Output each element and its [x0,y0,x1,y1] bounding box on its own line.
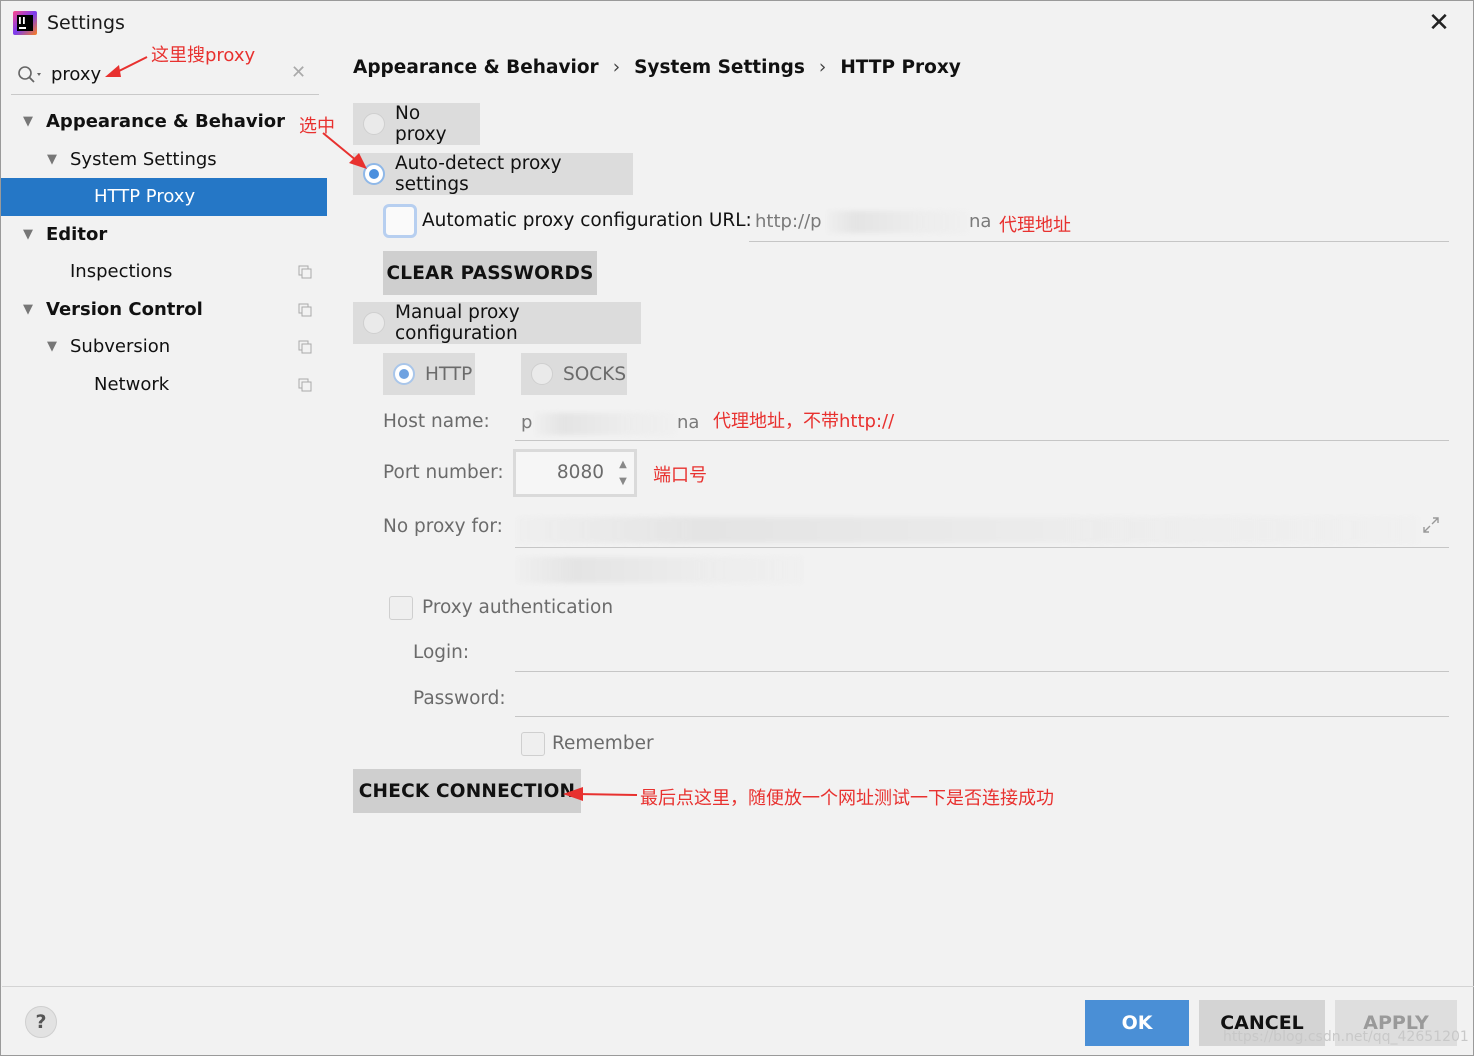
project-settings-icon [298,340,312,354]
sidebar-item-label: Network [94,373,170,395]
footer-divider [2,986,1474,987]
sidebar-item-label: Subversion [70,336,171,357]
sidebar-item-http-proxy[interactable]: HTTP Proxy [1,178,327,216]
login-field[interactable] [515,671,1449,672]
project-settings-icon [298,303,312,316]
auto-config-url-value[interactable]: http://p [755,211,822,232]
sidebar-item-label: Appearance & Behavior [46,111,286,132]
project-settings-icon [298,265,312,279]
redacted-no-proxy-blur [517,517,1417,543]
radio-selected-icon [393,363,415,385]
breadcrumb-separator-icon: › [818,57,827,78]
clear-passwords-button[interactable]: CLEAR PASSWORDS [383,251,597,295]
sidebar-item-network[interactable]: Network [1,366,327,404]
login-label: Login: [413,642,470,663]
sidebar-item-appearance-behavior[interactable]: ▼ Appearance & Behavior [1,103,327,141]
host-name-value[interactable]: p [521,412,532,433]
sidebar-item-inspections[interactable]: Inspections [1,253,327,291]
host-name-tail: na [677,412,700,433]
spinner-arrows-icon[interactable]: ▲ ▼ [616,456,630,490]
port-number-value: 8080 [556,462,604,483]
sidebar-item-label: Version Control [46,298,203,320]
auto-config-url-underline [749,241,1449,242]
check-connection-button[interactable]: CHECK CONNECTION [353,769,581,813]
close-icon[interactable]: ✕ [1425,9,1453,37]
auto-config-url-label: Automatic proxy configuration URL: [422,210,752,231]
proxy-authentication-checkbox[interactable] [389,596,413,620]
annotation-host: 代理地址，不带http:// [713,411,895,432]
sidebar-item-label: Inspections [70,261,173,282]
sidebar-item-label: HTTP Proxy [94,186,196,207]
expand-icon[interactable] [1422,516,1440,534]
redacted-no-proxy-blur-2 [517,557,803,583]
breadcrumb: Appearance & Behavior › System Settings › HT… [353,57,961,78]
annotation-auto-url: 代理地址 [999,215,1071,236]
watermark-text: https://blog.csdn.net/qq_42651201 [1223,1029,1469,1045]
no-proxy-label: No proxy [395,103,447,145]
remember-checkbox[interactable] [521,732,545,756]
ok-button[interactable]: OK [1085,1000,1189,1046]
collapse-arrow-icon[interactable]: ▼ [47,141,57,178]
annotation-search: 这里搜proxy [151,45,256,66]
clear-search-icon[interactable]: ✕ [291,62,306,83]
no-proxy-radio[interactable]: No proxy [353,103,480,145]
remember-label: Remember [552,733,654,754]
annotation-arrow-icon [322,132,367,169]
help-button[interactable]: ? [25,1006,57,1038]
annotation-arrow-icon [563,787,638,801]
no-proxy-for-label: No proxy for: [383,516,503,537]
http-label: HTTP [425,363,473,385]
sidebar-item-subversion[interactable]: ▼ Subversion [1,328,327,366]
auto-detect-radio[interactable]: Auto-detect proxy settings [353,153,633,195]
breadcrumb-item: HTTP Proxy [840,57,961,78]
breadcrumb-item: System Settings [634,57,805,78]
window-title: Settings [47,12,125,34]
proxy-authentication-label: Proxy authentication [422,597,614,618]
socks-label: SOCKS [563,363,627,385]
redacted-url-blur [827,211,967,233]
radio-icon [363,312,385,334]
no-proxy-for-underline [515,547,1449,548]
sidebar-item-version-control[interactable]: ▼ Version Control [1,291,327,329]
breadcrumb-separator-icon: › [612,57,621,78]
project-settings-icon [298,378,312,391]
collapse-arrow-icon[interactable]: ▼ [23,103,33,140]
sidebar-item-system-settings[interactable]: ▼ System Settings [1,141,327,179]
password-field[interactable] [515,716,1449,717]
host-name-label: Host name: [383,411,490,432]
collapse-arrow-icon[interactable]: ▼ [23,216,33,253]
annotation-port: 端口号 [653,465,707,486]
title-bar: Settings ✕ [1,1,1473,45]
breadcrumb-item: Appearance & Behavior [353,57,599,78]
settings-tree: ▼ Appearance & Behavior ▼ System Setting… [1,103,327,403]
collapse-arrow-icon[interactable]: ▼ [23,291,33,328]
annotation-arrow-icon [105,56,148,77]
sidebar-item-editor[interactable]: ▼ Editor [1,216,327,254]
intellij-icon [13,11,37,35]
sidebar-item-label: System Settings [70,148,217,170]
port-number-spinner[interactable]: 8080 ▲ ▼ [513,449,637,497]
manual-proxy-label: Manual proxy configuration [395,302,520,344]
radio-icon [531,363,553,385]
annotation-check: 最后点这里，随便放一个网址测试一下是否连接成功 [640,788,1054,809]
socks-radio[interactable]: SOCKS [521,353,627,395]
auto-config-url-tail: na [969,211,992,232]
http-radio[interactable]: HTTP [383,353,475,395]
manual-proxy-radio[interactable]: Manual proxy configuration [353,302,641,344]
search-icon[interactable] [17,65,45,85]
auto-detect-label: Auto-detect proxy settings [395,153,562,195]
password-label: Password: [413,688,506,709]
host-name-underline [515,440,1449,441]
port-number-label: Port number: [383,462,504,483]
auto-config-url-checkbox[interactable] [383,204,417,238]
collapse-arrow-icon[interactable]: ▼ [47,328,57,365]
sidebar-item-label: Editor [46,223,108,245]
redacted-host-blur [535,413,675,435]
settings-window: Settings ✕ ✕ ▼ Appearance & Behavior ▼ S… [0,0,1474,1056]
